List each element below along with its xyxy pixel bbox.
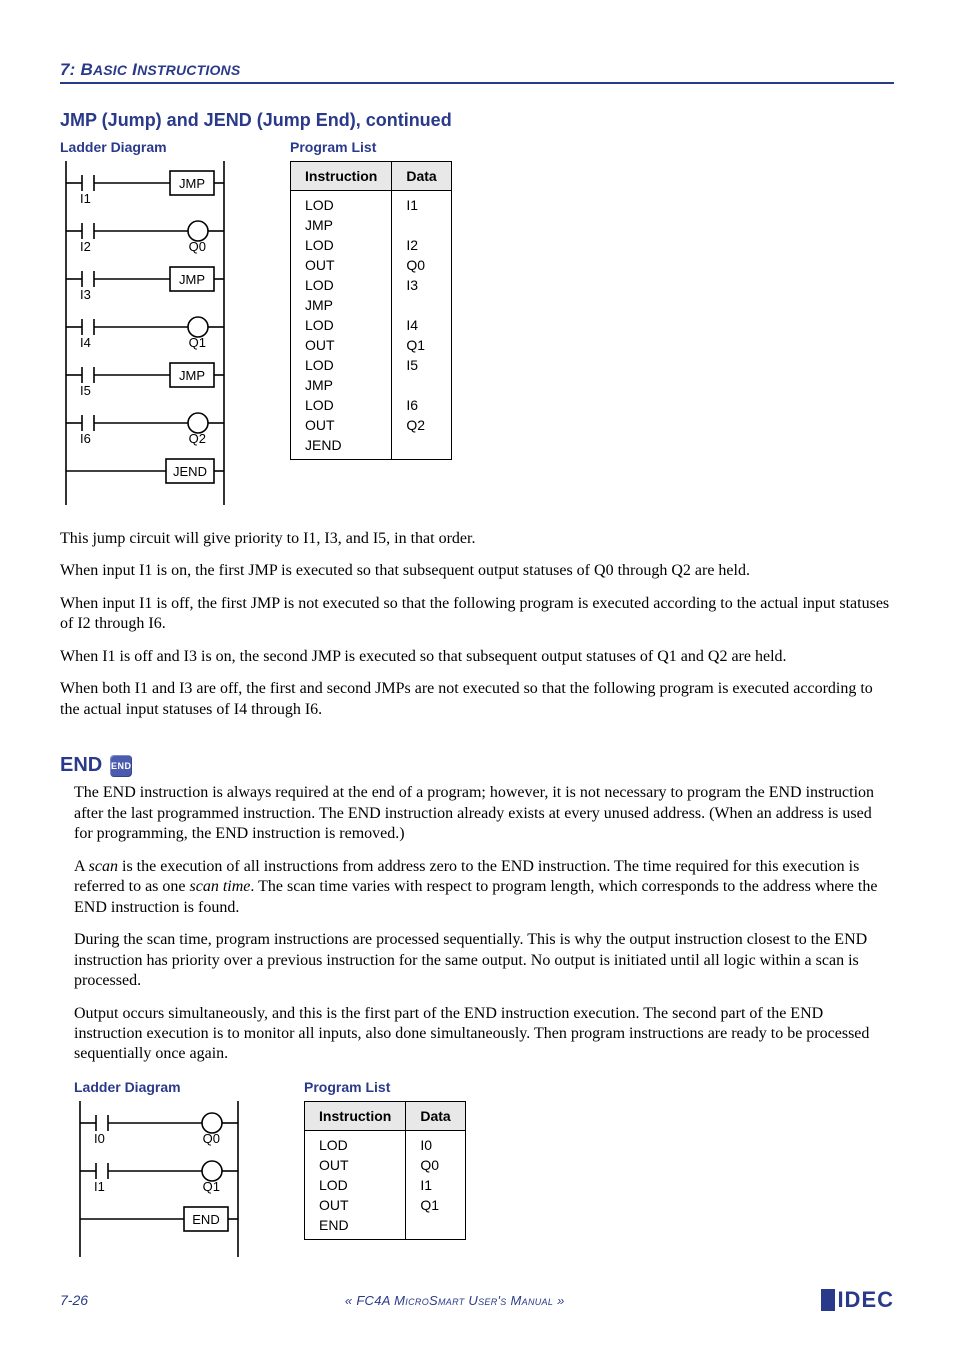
svg-text:I5: I5 [80, 383, 91, 398]
table-row: JMP [291, 375, 452, 395]
program-list-label: Program List [290, 139, 452, 155]
svg-text:I2: I2 [80, 239, 91, 254]
body-paragraph: When input I1 is on, the first JMP is ex… [60, 561, 894, 581]
page-number: 7-26 [60, 1292, 88, 1308]
svg-text:Q2: Q2 [189, 431, 206, 446]
program-list-2: Program List Instruction Data LODI0 OUTQ… [304, 1079, 466, 1240]
svg-text:I1: I1 [80, 191, 91, 206]
table-row: OUTQ1 [291, 335, 452, 355]
svg-text:END: END [192, 1212, 219, 1227]
table-row: END [305, 1215, 466, 1240]
table-row: JMP [291, 215, 452, 235]
svg-text:JMP: JMP [179, 368, 205, 383]
svg-text:I3: I3 [80, 287, 91, 302]
body-paragraph: When input I1 is off, the first JMP is n… [60, 594, 894, 635]
page-footer: 7-26 « FC4A MicroSmart User's Manual » I… [60, 1287, 894, 1313]
table-row: LODI0 [305, 1130, 466, 1155]
svg-text:JMP: JMP [179, 176, 205, 191]
program-list-label: Program List [304, 1079, 466, 1095]
ladder-svg-1: JMP I1 I2 Q0 [60, 161, 230, 505]
body-paragraph: The END instruction is always required a… [74, 783, 894, 844]
ladder-svg-2: I0 Q0 I1 Q1 [74, 1101, 244, 1257]
svg-text:I1: I1 [94, 1179, 105, 1194]
idec-logo: IDEC [821, 1287, 894, 1313]
table-row: LODI6 [291, 395, 452, 415]
table-row: LODI1 [305, 1175, 466, 1195]
table-row: JMP [291, 295, 452, 315]
table-row: OUTQ0 [305, 1155, 466, 1175]
ladder-diagram-label: Ladder Diagram [74, 1079, 244, 1095]
table-row: OUTQ1 [305, 1195, 466, 1215]
program-list-1: Program List Instruction Data LODI1 JMP … [290, 139, 452, 460]
body-paragraph: This jump circuit will give priority to … [60, 529, 894, 549]
table-row: LODI4 [291, 315, 452, 335]
section-end-heading: END END [60, 754, 894, 777]
program-list-table-1: Instruction Data LODI1 JMP LODI2 OUTQ0 L… [290, 161, 452, 460]
chapter-title: BASIC INSTRUCTIONS [80, 60, 240, 79]
table-row: OUTQ0 [291, 255, 452, 275]
logo-text: IDEC [837, 1287, 894, 1313]
table-row: LODI5 [291, 355, 452, 375]
svg-text:Q0: Q0 [203, 1131, 220, 1146]
table-row: OUTQ2 [291, 415, 452, 435]
svg-text:JMP: JMP [179, 272, 205, 287]
chapter-header: 7: BASIC INSTRUCTIONS [60, 60, 894, 84]
table-row: LODI2 [291, 235, 452, 255]
col-instruction: Instruction [305, 1101, 406, 1130]
end-icon: END [110, 755, 132, 777]
table-row: LODI3 [291, 275, 452, 295]
table-row: JEND [291, 435, 452, 460]
body-paragraph: A scan is the execution of all instructi… [74, 857, 894, 918]
svg-text:I6: I6 [80, 431, 91, 446]
body-paragraph: During the scan time, program instructio… [74, 930, 894, 991]
ladder-diagram-2: Ladder Diagram I0 Q0 [74, 1079, 244, 1257]
jmp-example-row: Ladder Diagram JMP [60, 139, 894, 505]
logo-box-icon [821, 1289, 835, 1311]
svg-text:I0: I0 [94, 1131, 105, 1146]
manual-title: « FC4A MicroSmart User's Manual » [345, 1293, 565, 1308]
table-row: LODI1 [291, 191, 452, 216]
svg-text:I4: I4 [80, 335, 91, 350]
svg-text:Q1: Q1 [189, 335, 206, 350]
body-paragraph: Output occurs simultaneously, and this i… [74, 1004, 894, 1065]
chapter-number: 7: [60, 60, 76, 79]
ladder-diagram-1: Ladder Diagram JMP [60, 139, 230, 505]
svg-text:Q0: Q0 [189, 239, 206, 254]
body-paragraph: When I1 is off and I3 is on, the second … [60, 647, 894, 667]
end-example-row: Ladder Diagram I0 Q0 [74, 1079, 894, 1257]
svg-text:Q1: Q1 [203, 1179, 220, 1194]
col-data: Data [392, 162, 451, 191]
col-instruction: Instruction [291, 162, 392, 191]
ladder-diagram-label: Ladder Diagram [60, 139, 230, 155]
section-end-title: END [60, 754, 102, 777]
col-data: Data [406, 1101, 465, 1130]
program-list-table-2: Instruction Data LODI0 OUTQ0 LODI1 OUTQ1… [304, 1101, 466, 1240]
svg-text:JEND: JEND [173, 464, 207, 479]
section-jmp-title: JMP (Jump) and JEND (Jump End), continue… [60, 110, 894, 131]
body-paragraph: When both I1 and I3 are off, the first a… [60, 679, 894, 720]
